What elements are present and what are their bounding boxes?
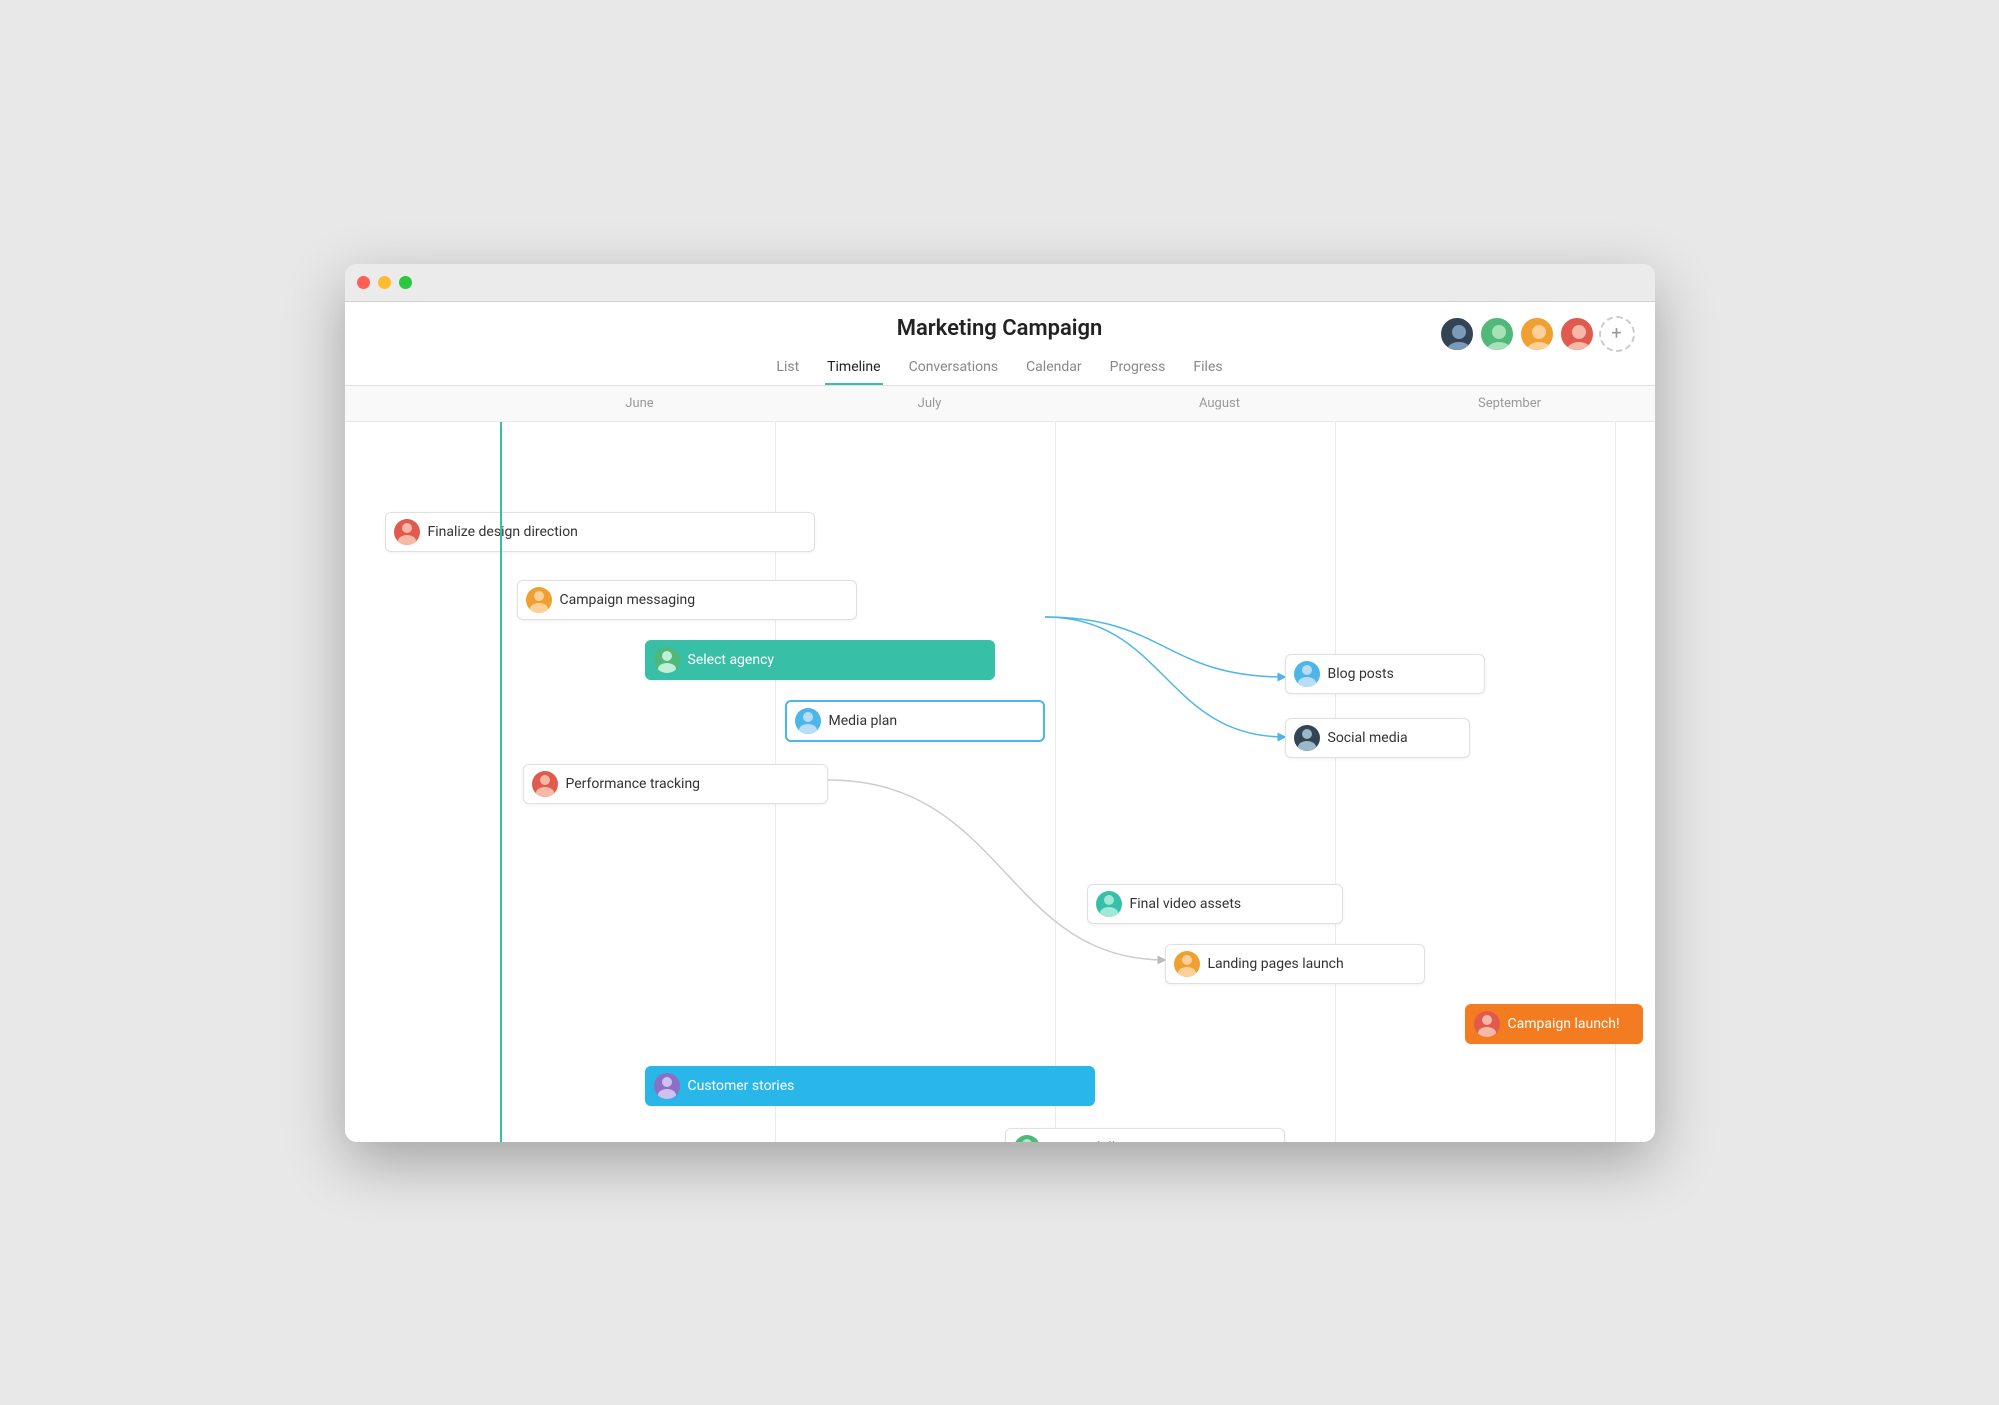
today-line [500,422,502,1142]
close-button[interactable] [357,276,370,289]
task-label-stories: Customer stories [688,1078,795,1094]
avatar-billing [1014,1135,1040,1142]
titlebar [345,264,1655,302]
task-label-agency: Select agency [688,652,775,668]
task-label-landing: Landing pages launch [1208,956,1344,972]
project-title: Marketing Campaign [897,316,1103,341]
month-september: September [1365,396,1655,411]
tab-files[interactable]: Files [1191,351,1224,385]
avatar-agency [654,647,680,673]
tab-conversations[interactable]: Conversations [907,351,1000,385]
avatar-media [795,708,821,734]
timeline-area: June July August September [345,386,1655,1142]
avatar-social [1294,725,1320,751]
month-july: July [785,396,1075,411]
avatar-landing [1174,951,1200,977]
timeline-header: June July August September [345,386,1655,422]
avatar-1[interactable] [1439,316,1475,352]
tab-timeline[interactable]: Timeline [825,351,882,385]
july-divider [1055,422,1056,1142]
avatar-4[interactable] [1559,316,1595,352]
task-video-assets[interactable]: Final video assets [1087,884,1343,924]
tab-progress[interactable]: Progress [1108,351,1168,385]
task-select-agency[interactable]: Select agency [645,640,995,680]
avatar-stories [654,1073,680,1099]
task-label-launch: Campaign launch! [1508,1016,1620,1032]
tab-calendar[interactable]: Calendar [1024,351,1084,385]
task-label-billing: Agency billing [1048,1140,1135,1142]
task-label-finalize: Finalize design direction [428,524,578,540]
month-august: August [1075,396,1365,411]
avatar-blog [1294,661,1320,687]
avatar-group: + [1439,316,1635,352]
month-june: June [495,396,785,411]
task-label-social: Social media [1328,730,1408,746]
app-header: Marketing Campaign + [345,302,1655,386]
task-label-messaging: Campaign messaging [560,592,696,608]
task-label-video: Final video assets [1130,896,1242,912]
task-media-plan[interactable]: Media plan [785,700,1045,742]
avatar-launch [1474,1011,1500,1037]
task-performance[interactable]: Performance tracking [523,764,828,804]
task-campaign-launch[interactable]: Campaign launch! [1465,1004,1643,1044]
task-label-performance: Performance tracking [566,776,701,792]
avatar-2[interactable] [1479,316,1515,352]
header-top: Marketing Campaign + [345,316,1655,351]
main-window: Marketing Campaign + [345,264,1655,1142]
avatar-performance [532,771,558,797]
task-finalize-design[interactable]: Finalize design direction [385,512,815,552]
august-divider [1335,422,1336,1142]
timeline-content: Finalize design direction Campaign messa… [345,422,1655,1142]
task-campaign-messaging[interactable]: Campaign messaging [517,580,857,620]
task-customer-stories[interactable]: Customer stories [645,1066,1095,1106]
add-member-button[interactable]: + [1599,316,1635,352]
avatar-messaging [526,587,552,613]
task-landing-pages[interactable]: Landing pages launch [1165,944,1425,984]
traffic-lights [357,276,412,289]
minimize-button[interactable] [378,276,391,289]
avatar-finalize [394,519,420,545]
task-label-media: Media plan [829,713,898,729]
task-social-media[interactable]: Social media [1285,718,1470,758]
avatar-3[interactable] [1519,316,1555,352]
task-label-blog: Blog posts [1328,666,1394,682]
fullscreen-button[interactable] [399,276,412,289]
avatar-video [1096,891,1122,917]
task-blog-posts[interactable]: Blog posts [1285,654,1485,694]
tab-list[interactable]: List [774,351,801,385]
task-agency-billing[interactable]: Agency billing [1005,1128,1285,1142]
nav-tabs: List Timeline Conversations Calendar Pro… [754,351,1244,385]
